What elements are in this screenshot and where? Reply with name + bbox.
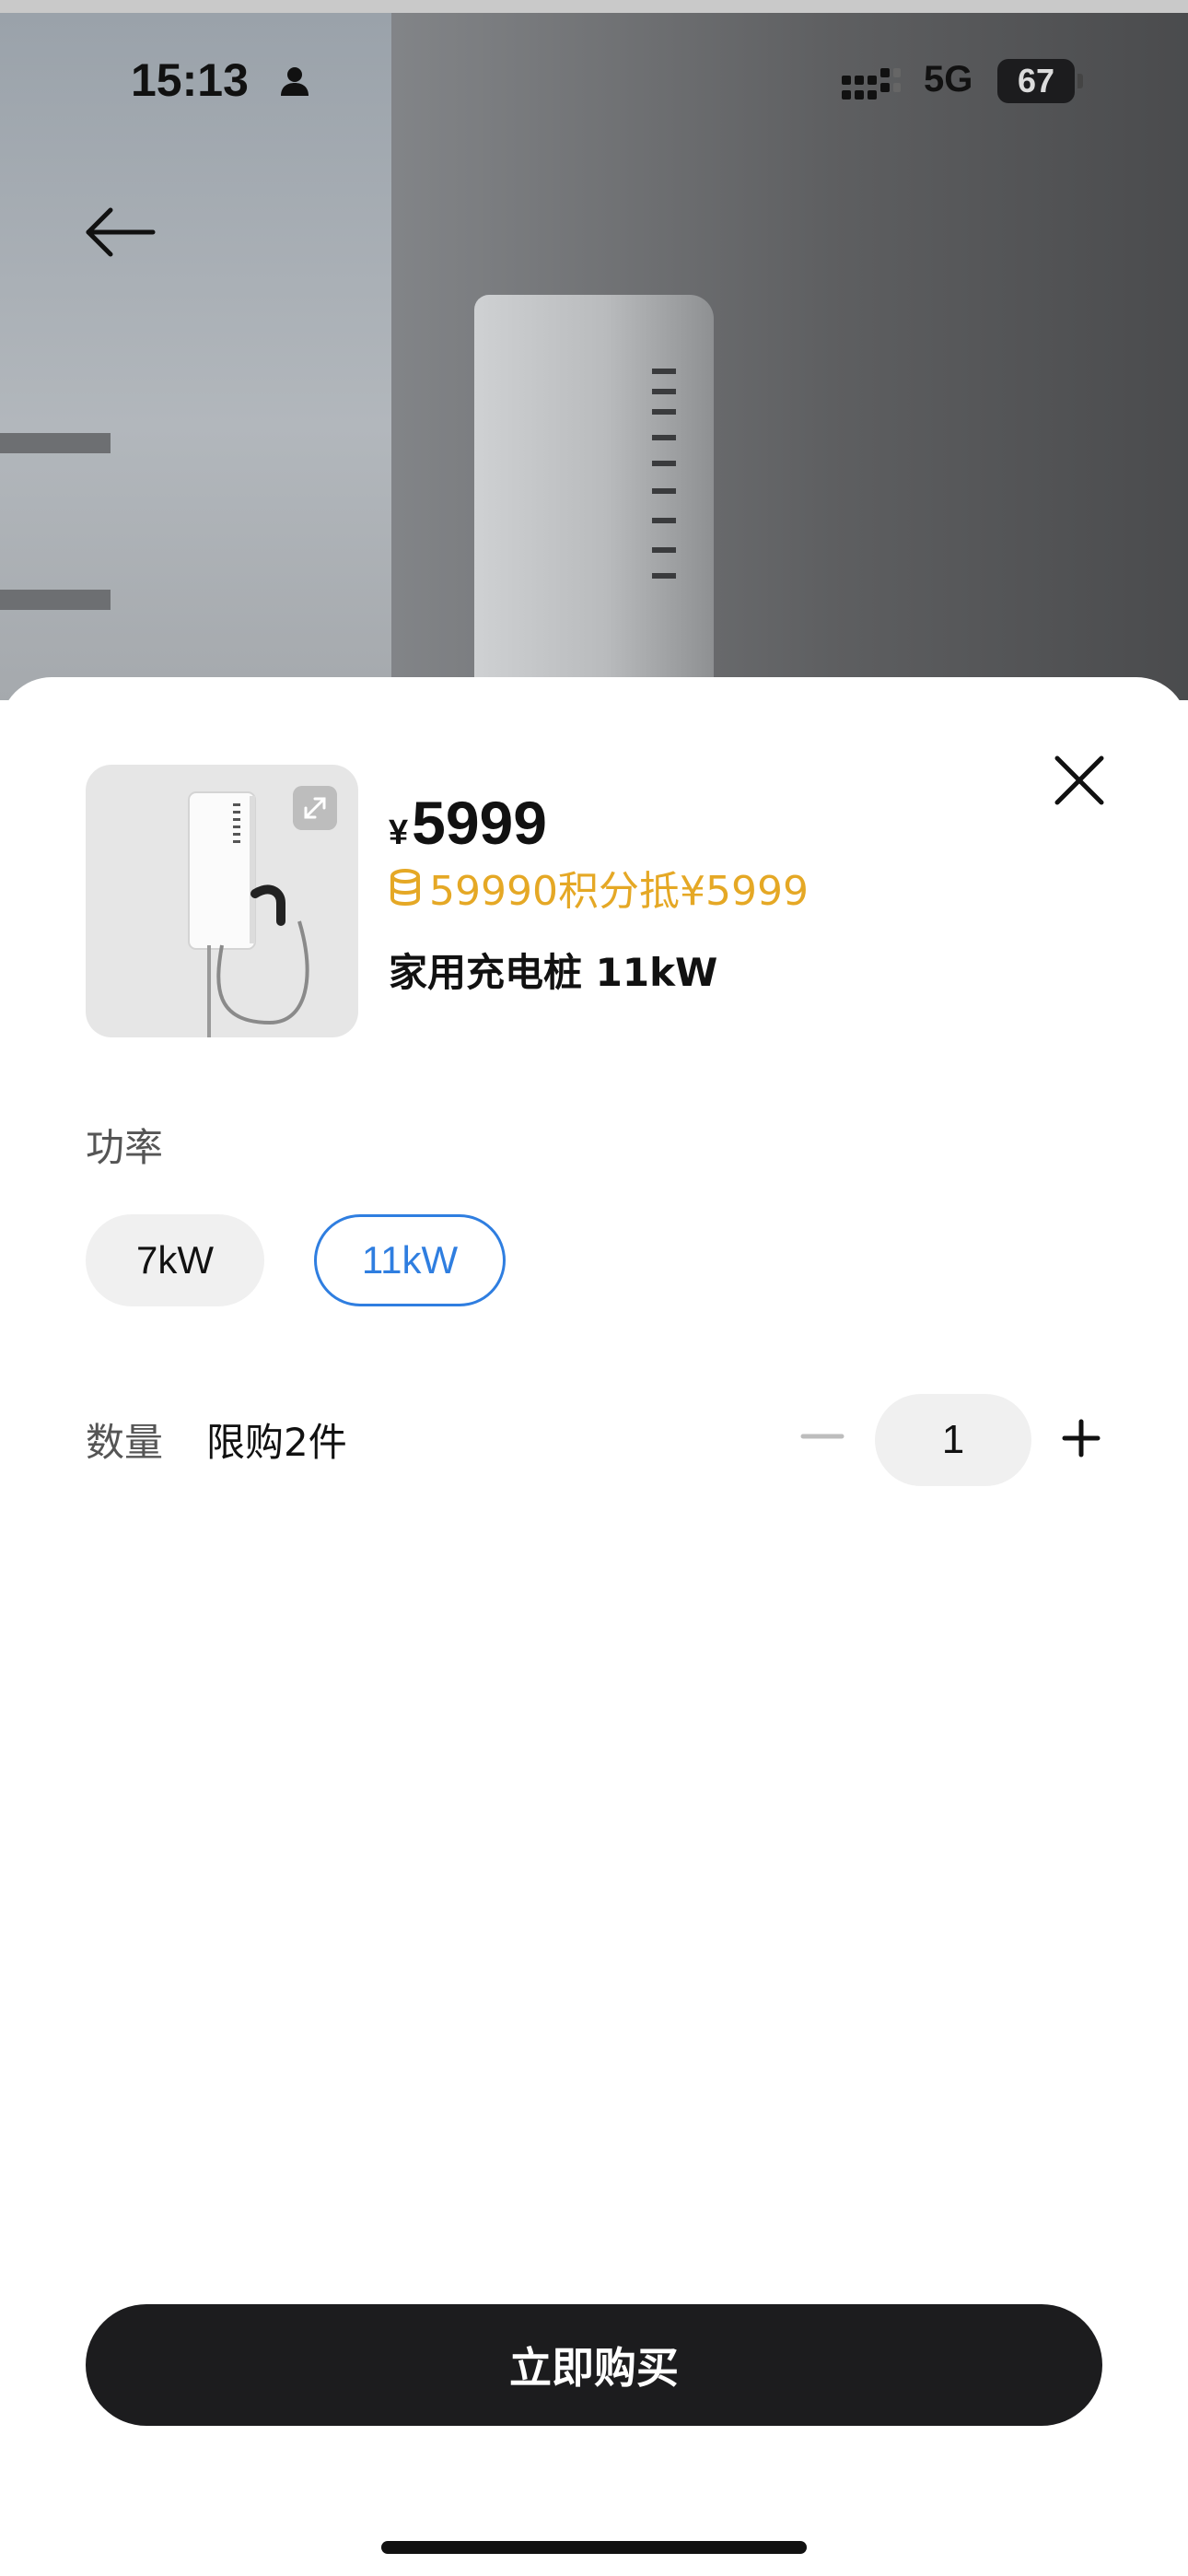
quantity-value[interactable]: 1 — [875, 1394, 1031, 1486]
network-type: 5G — [924, 59, 973, 100]
price-row: ¥ 5999 — [389, 788, 547, 861]
power-option-7kw[interactable]: 7kW — [86, 1214, 264, 1306]
battery-level: 67 — [1017, 62, 1055, 100]
back-arrow-icon[interactable] — [83, 205, 157, 260]
coin-icon — [390, 869, 420, 906]
power-option-11kw[interactable]: 11kW — [314, 1214, 506, 1306]
plus-icon[interactable] — [1061, 1418, 1101, 1458]
close-icon[interactable] — [1050, 751, 1109, 810]
signal-icon — [842, 68, 901, 100]
points-deduction-text: 59990积分抵¥5999 — [429, 868, 809, 915]
minus-icon[interactable] — [799, 1413, 845, 1459]
expand-icon[interactable] — [293, 786, 337, 830]
status-time: 15:13 — [131, 54, 249, 106]
points-row: 59990积分抵¥5999 — [389, 861, 809, 915]
power-label: 功率 — [86, 1125, 164, 1170]
buy-now-button[interactable]: 立即购买 — [86, 2304, 1102, 2426]
hero-top-edge — [0, 0, 1188, 13]
home-indicator[interactable] — [381, 2541, 807, 2554]
status-bar: 15:13 5G 67 — [0, 44, 1188, 118]
hero-shelf — [0, 433, 111, 453]
hero-shelf — [0, 590, 111, 610]
purchase-limit: 限购2件 — [206, 1420, 347, 1465]
battery-cap — [1077, 74, 1083, 88]
currency-symbol: ¥ — [389, 814, 409, 852]
person-icon — [281, 67, 309, 96]
product-price: 5999 — [412, 789, 547, 857]
battery-indicator: 67 — [997, 59, 1075, 103]
product-name: 家用充电桩 11kW — [389, 950, 718, 995]
quantity-label: 数量 — [86, 1420, 164, 1465]
hero-charger-logo — [652, 369, 676, 579]
